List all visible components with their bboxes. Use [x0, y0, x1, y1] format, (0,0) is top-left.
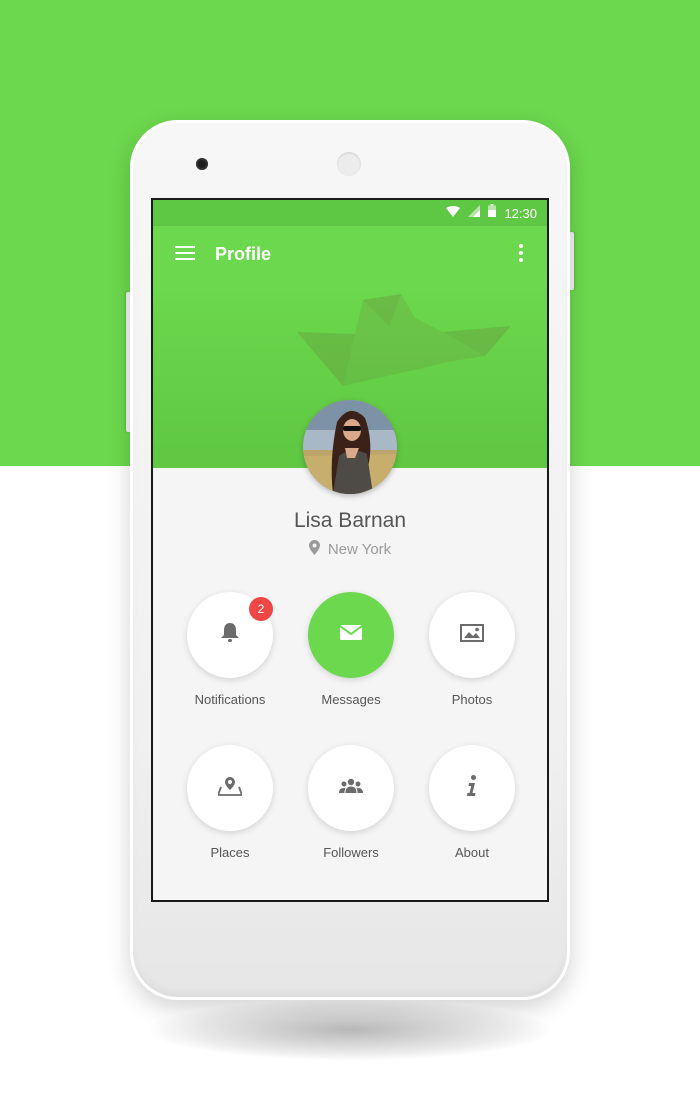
- menu-item-photos[interactable]: Photos: [417, 592, 527, 718]
- phone-screen: 12:30 Profile Lisa Barnan New York 2 Not…: [151, 198, 549, 902]
- paper-boat-illustration: [297, 294, 511, 386]
- page-title: Profile: [215, 244, 272, 264]
- location-pin-icon: [308, 540, 320, 559]
- image-icon: [460, 623, 484, 647]
- people-icon: [339, 778, 363, 799]
- app-bar: Profile: [153, 226, 547, 284]
- avatar[interactable]: [303, 400, 397, 494]
- places-button[interactable]: [187, 745, 273, 831]
- menu-item-label: Places: [210, 845, 250, 860]
- menu-item-label: Notifications: [194, 692, 266, 707]
- overflow-menu-button[interactable]: [509, 243, 533, 267]
- notification-badge: 2: [249, 597, 273, 621]
- status-time: 12:30: [504, 205, 537, 221]
- menu-item-label: Photos: [451, 692, 493, 707]
- info-icon: [466, 774, 478, 802]
- menu-item-followers[interactable]: Followers: [296, 745, 406, 871]
- profile-location: New York: [153, 540, 547, 559]
- battery-icon: [488, 204, 497, 222]
- menu-item-notifications[interactable]: 2 Notifications: [175, 592, 285, 718]
- menu-item-messages[interactable]: Messages: [296, 592, 406, 718]
- cell-signal-icon: [468, 204, 481, 222]
- menu-button[interactable]: [173, 243, 197, 267]
- phone-shadow: [150, 1000, 550, 1060]
- messages-button[interactable]: [308, 592, 394, 678]
- menu-item-places[interactable]: Places: [175, 745, 285, 871]
- location-text: New York: [327, 541, 392, 558]
- about-button[interactable]: [429, 745, 515, 831]
- bell-icon: [221, 622, 239, 648]
- photos-button[interactable]: [429, 592, 515, 678]
- phone-earpiece: [337, 152, 361, 176]
- wifi-icon: [446, 204, 461, 222]
- more-vert-icon: [519, 243, 523, 267]
- menu-item-label: Messages: [321, 692, 381, 707]
- status-bar: 12:30: [153, 200, 547, 226]
- menu-item-label: About: [455, 845, 489, 860]
- map-pin-icon: [216, 776, 244, 801]
- envelope-icon: [339, 625, 363, 645]
- menu-item-label: Followers: [323, 845, 379, 860]
- front-camera: [196, 158, 208, 170]
- profile-name: Lisa Barnan: [293, 509, 407, 532]
- followers-button[interactable]: [308, 745, 394, 831]
- app-screen: 12:30 Profile Lisa Barnan New York 2 Not…: [153, 200, 547, 900]
- hamburger-menu-icon: [175, 245, 195, 265]
- menu-item-about[interactable]: About: [417, 745, 527, 871]
